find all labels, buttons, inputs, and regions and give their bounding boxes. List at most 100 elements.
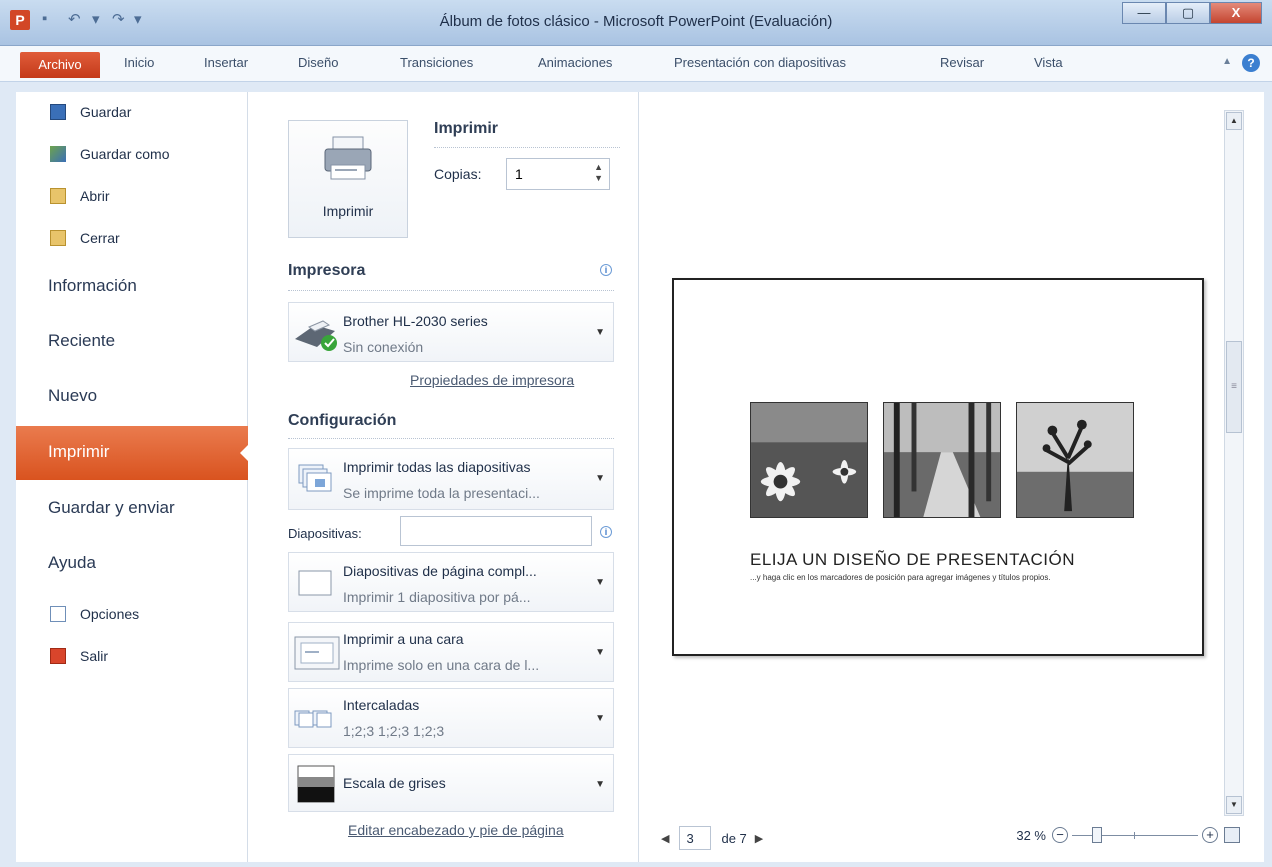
maximize-button[interactable]: ▢: [1166, 2, 1210, 24]
ribbon-tabs: Archivo Inicio Insertar Diseño Transicio…: [0, 46, 1272, 82]
help-icon[interactable]: ?: [1242, 54, 1260, 72]
divider: [288, 438, 614, 439]
tab-vista[interactable]: Vista: [1034, 55, 1063, 70]
nav-guardar-como[interactable]: Guardar como: [50, 146, 169, 162]
zoom-in-icon[interactable]: +: [1202, 827, 1218, 843]
slider-center-tick: [1134, 831, 1135, 839]
close-folder-icon: [50, 230, 66, 246]
tab-insertar[interactable]: Insertar: [204, 55, 248, 70]
nav-label: Salir: [80, 648, 109, 664]
nav-abrir[interactable]: Abrir: [50, 188, 110, 204]
nav-nuevo[interactable]: Nuevo: [48, 386, 97, 406]
nav-salir[interactable]: Salir: [50, 648, 108, 664]
tab-diseno[interactable]: Diseño: [298, 55, 338, 70]
printer-name: Brother HL-2030 series: [343, 313, 488, 329]
tab-revisar[interactable]: Revisar: [940, 55, 984, 70]
zoom-slider-handle[interactable]: [1092, 826, 1102, 843]
nav-ayuda[interactable]: Ayuda: [48, 553, 96, 573]
color-dropdown[interactable]: Escala de grises ▼: [288, 754, 614, 812]
minimize-ribbon-icon[interactable]: ▲: [1222, 56, 1232, 67]
print-preview: ELIJA UN DISEÑO DE PRESENTACIÓN ...y hag…: [638, 92, 1264, 862]
nav-label: Abrir: [80, 188, 110, 204]
slide-title: ELIJA UN DISEÑO DE PRESENTACIÓN: [750, 550, 1076, 569]
nav-guardar-enviar[interactable]: Guardar y enviar: [48, 498, 175, 518]
collate-dropdown[interactable]: Intercaladas 1;2;3 1;2;3 1;2;3 ▼: [288, 688, 614, 748]
dropdown-arrow-icon: ▼: [595, 473, 605, 484]
scroll-thumb[interactable]: ≡: [1226, 341, 1242, 433]
setting-title: Diapositivas de página compl...: [343, 563, 537, 579]
title-bar: P ▪ ↶ ▾ ↷ ▾ Álbum de fotos clásico - Mic…: [0, 0, 1272, 46]
slides-input[interactable]: [400, 516, 592, 546]
photo-forest-road: [883, 402, 1001, 518]
setting-subtitle: 1;2;3 1;2;3 1;2;3: [343, 723, 445, 739]
tab-animaciones[interactable]: Animaciones: [538, 55, 612, 70]
print-button[interactable]: Imprimir: [288, 120, 408, 238]
print-range-dropdown[interactable]: Imprimir todas las diapositivas Se impri…: [288, 448, 614, 510]
nav-opciones[interactable]: Opciones: [50, 606, 139, 622]
print-button-label: Imprimir: [322, 203, 374, 219]
slide-subtitle: ...y haga clic en los marcadores de posi…: [750, 573, 1051, 582]
setting-title: Escala de grises: [343, 775, 446, 791]
photo-daisy: [750, 402, 868, 518]
nav-guardar[interactable]: Guardar: [50, 104, 131, 120]
save-as-icon: [50, 146, 66, 162]
nav-label: Guardar: [80, 104, 132, 120]
tab-archivo[interactable]: Archivo: [20, 52, 100, 78]
nav-cerrar[interactable]: Cerrar: [50, 230, 120, 246]
stepper-arrows-icon[interactable]: ▲ ▼: [594, 162, 603, 184]
print-settings-panel: Imprimir Imprimir Copias: 1 ▲ ▼ Impresora…: [248, 92, 638, 862]
info-icon[interactable]: i: [600, 264, 612, 276]
settings-section-title: Configuración: [288, 412, 397, 429]
divider: [288, 290, 614, 291]
tab-presentacion[interactable]: Presentación con diapositivas: [674, 55, 846, 70]
scroll-up-icon[interactable]: ▲: [1226, 112, 1242, 130]
zoom-control: 32 % − +: [1016, 826, 1240, 843]
zoom-level[interactable]: 32 %: [1016, 828, 1046, 843]
dropdown-arrow-icon: ▼: [595, 577, 605, 588]
copies-value: 1: [515, 166, 523, 182]
layout-dropdown[interactable]: Diapositivas de página compl... Imprimir…: [288, 552, 614, 612]
dropdown-arrow-icon: ▼: [595, 647, 605, 658]
zoom-slider[interactable]: [1072, 826, 1198, 843]
divider: [434, 147, 620, 148]
window-controls: — ▢ X: [1122, 2, 1262, 24]
one-sided-icon: [294, 636, 340, 670]
nav-imprimir-selected[interactable]: Imprimir: [16, 426, 249, 480]
window-title: Álbum de fotos clásico - Microsoft Power…: [439, 13, 833, 30]
open-folder-icon: [50, 188, 66, 204]
tab-inicio[interactable]: Inicio: [124, 55, 154, 70]
fit-to-window-icon[interactable]: [1224, 827, 1240, 843]
preview-scrollbar[interactable]: ▲ ≡ ▼: [1224, 110, 1244, 816]
zoom-out-icon[interactable]: −: [1052, 827, 1068, 843]
nav-reciente[interactable]: Reciente: [48, 331, 115, 351]
copies-label: Copias:: [434, 166, 482, 182]
printer-section-title: Impresora: [288, 262, 366, 279]
edit-header-footer-link[interactable]: Editar encabezado y pie de página: [348, 822, 564, 838]
nav-label: Cerrar: [80, 230, 120, 246]
print-section-title: Imprimir: [434, 120, 499, 137]
scroll-down-icon[interactable]: ▼: [1226, 796, 1242, 814]
nav-label: Opciones: [80, 606, 140, 622]
close-button[interactable]: X: [1210, 2, 1262, 24]
printer-icon: [324, 136, 372, 180]
next-page-icon[interactable]: ▶: [755, 832, 763, 845]
previous-page-icon[interactable]: ◀: [661, 832, 669, 845]
sides-dropdown[interactable]: Imprimir a una cara Imprime solo en una …: [288, 622, 614, 682]
minimize-button[interactable]: —: [1122, 2, 1166, 24]
collated-icon: [294, 710, 332, 728]
copies-stepper[interactable]: 1 ▲ ▼: [506, 158, 610, 190]
setting-subtitle: Imprime solo en una cara de l...: [343, 657, 540, 673]
options-icon: [50, 606, 66, 622]
tab-transiciones[interactable]: Transiciones: [400, 55, 473, 70]
printer-dropdown[interactable]: Brother HL-2030 series Sin conexión ▼: [288, 302, 614, 362]
total-pages: de 7: [721, 830, 747, 846]
info-icon[interactable]: i: [600, 526, 612, 538]
printer-properties-link[interactable]: Propiedades de impresora: [410, 372, 574, 388]
grayscale-icon: [297, 765, 335, 803]
slides-label: Diapositivas:: [288, 526, 362, 541]
save-icon: [50, 104, 66, 120]
nav-informacion[interactable]: Información: [48, 276, 137, 296]
setting-subtitle: Imprimir 1 diapositiva por pá...: [343, 589, 531, 605]
current-page-input[interactable]: 3: [679, 826, 712, 850]
full-page-slide-icon: [298, 570, 332, 596]
